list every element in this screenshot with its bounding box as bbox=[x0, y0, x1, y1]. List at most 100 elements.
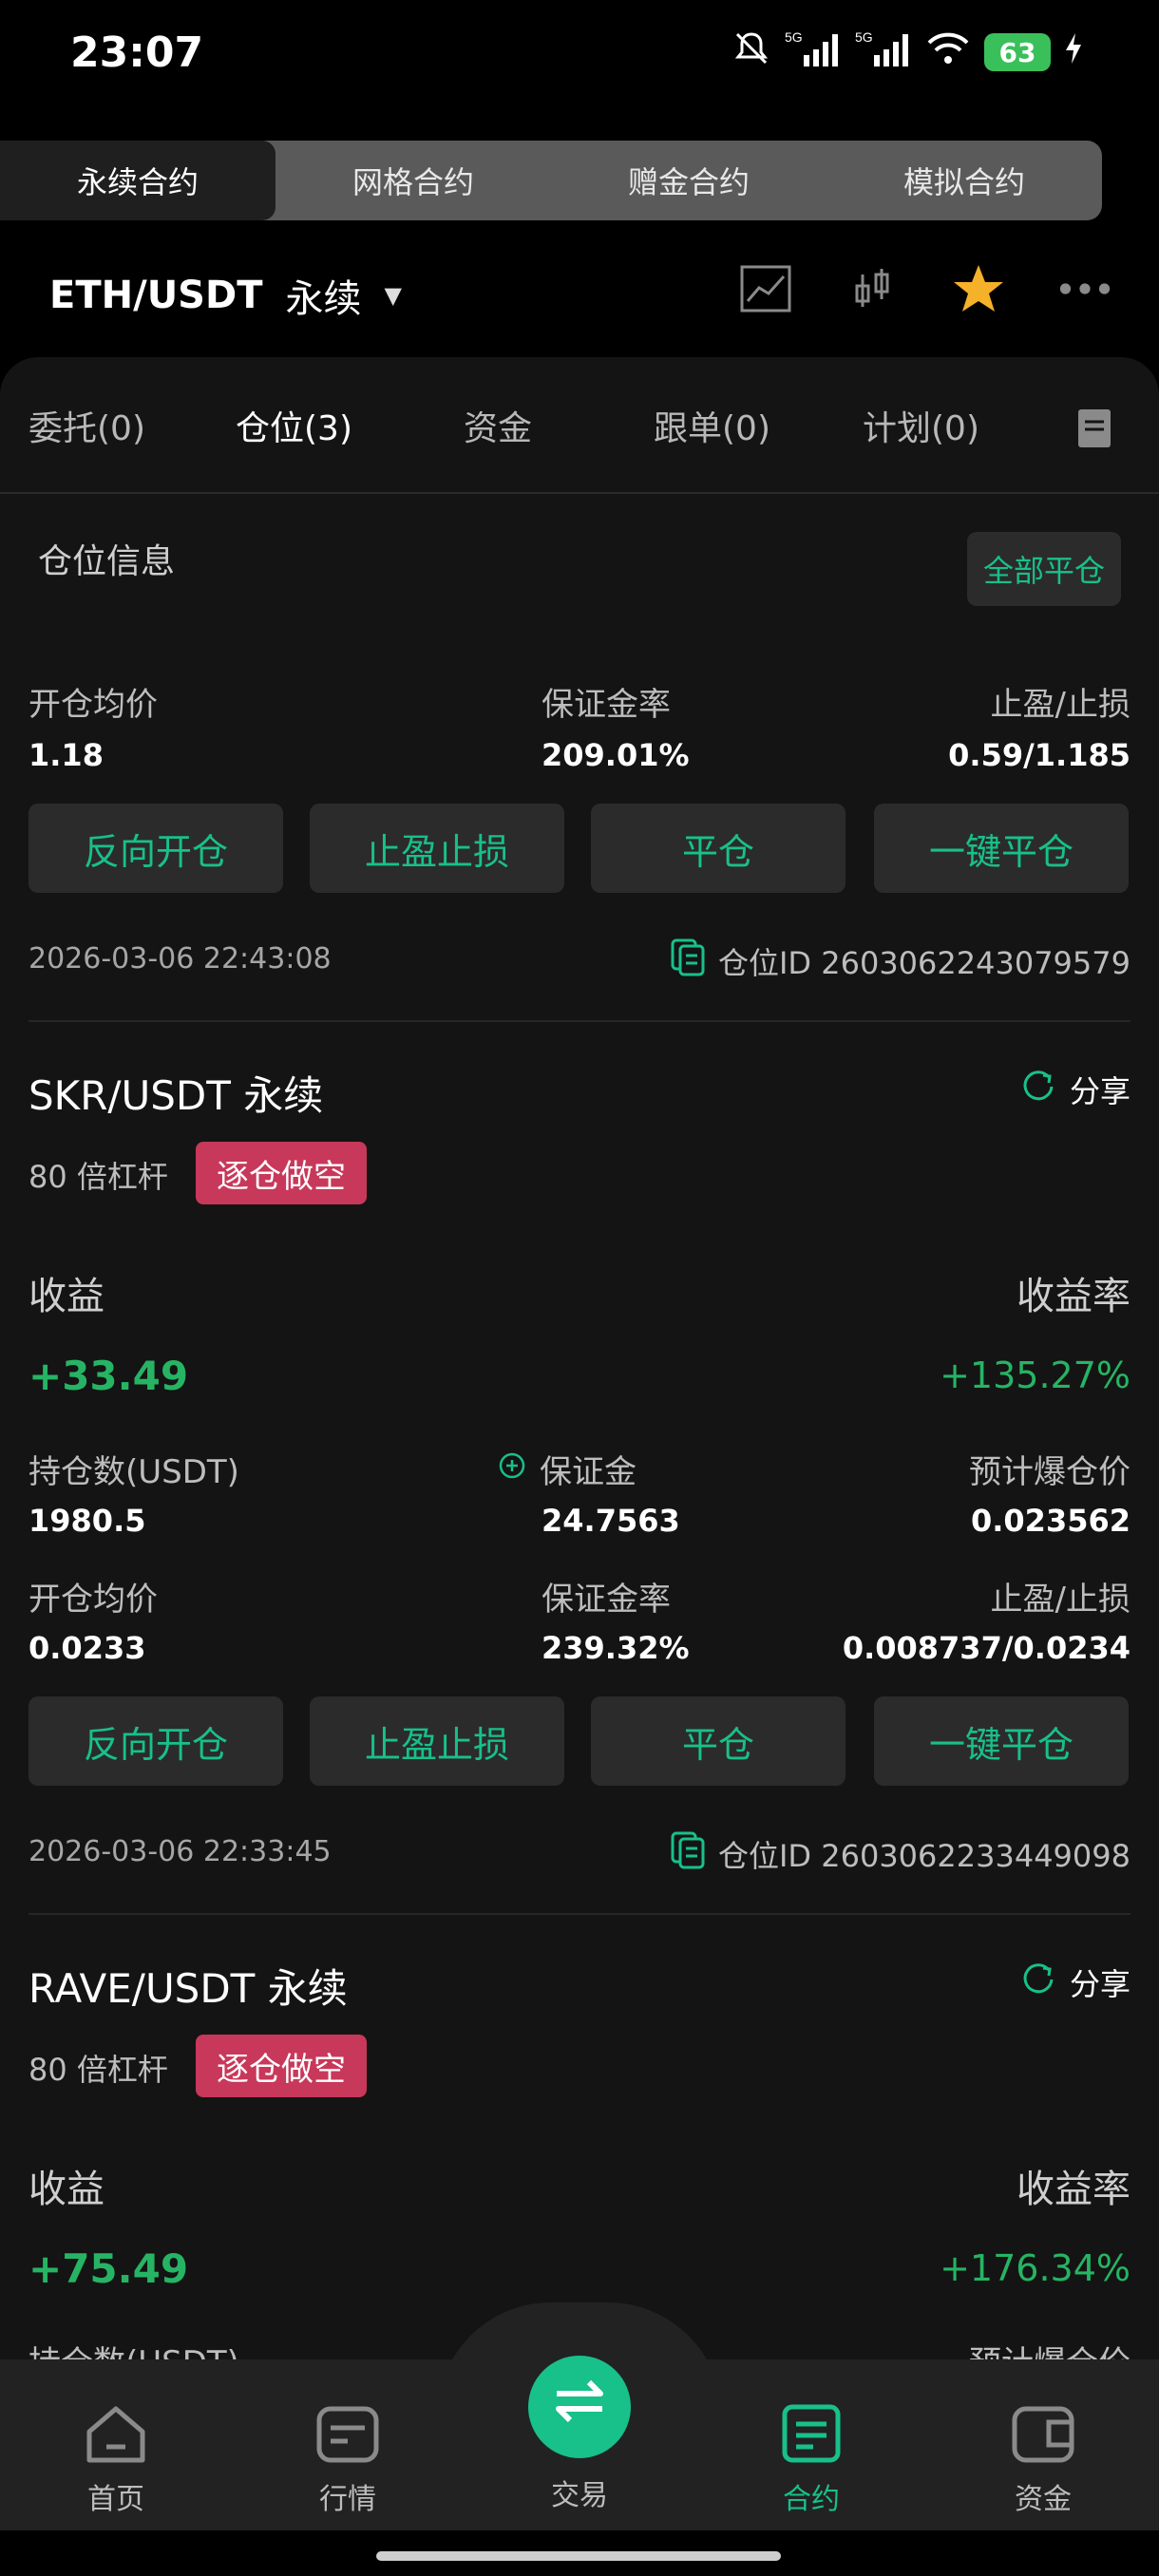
copy-icon bbox=[671, 1831, 705, 1877]
add-circle-icon bbox=[498, 1450, 526, 1488]
position-symbol: SKR/USDT 永续 bbox=[28, 1072, 324, 1119]
list-view-icon[interactable] bbox=[1077, 408, 1112, 452]
mute-icon bbox=[732, 28, 771, 76]
position-date: 2026-03-06 22:33:45 bbox=[28, 1835, 332, 1868]
nav-trade-label: 交易 bbox=[551, 2479, 608, 2512]
liq-price-value: 0.023562 bbox=[970, 1503, 1130, 1539]
share-button[interactable]: 分享 bbox=[1020, 1960, 1130, 2004]
share-button[interactable]: 分享 bbox=[1020, 1068, 1130, 1111]
divider bbox=[28, 1020, 1130, 1022]
pair-toolbar bbox=[739, 258, 1112, 319]
margin-rate-label: 保证金率 bbox=[542, 686, 671, 724]
nav-market-label: 行情 bbox=[319, 2483, 376, 2516]
tab-perpetual[interactable]: 永续合约 bbox=[0, 141, 276, 220]
pair-name: ETH/USDT bbox=[49, 274, 263, 317]
pnl-rate-value: +176.34% bbox=[940, 2247, 1130, 2289]
order-subtabs: 委托(0) 仓位(3) 资金 跟单(0) 计划(0) bbox=[0, 357, 1159, 494]
tp-sl-value: 0.008737/0.0234 bbox=[842, 1630, 1130, 1666]
copy-icon bbox=[671, 938, 705, 984]
isolated-short-tag: 逐仓做空 bbox=[196, 2035, 367, 2097]
liq-price-label: 预计爆仓价 bbox=[969, 1453, 1130, 1491]
status-bar: 23:07 5G 5G 63 bbox=[0, 0, 1159, 106]
pnl-label: 收益 bbox=[28, 1275, 104, 1318]
wallet-icon bbox=[1011, 2403, 1075, 2468]
pnl-rate-label: 收益率 bbox=[1016, 1275, 1130, 1318]
contract-type-tabs: 永续合约 网格合约 赠金合约 模拟合约 bbox=[0, 141, 1102, 220]
nav-funds[interactable]: 资金 bbox=[986, 2403, 1100, 2517]
close-all-button[interactable]: 全部平仓 bbox=[967, 532, 1121, 606]
svg-text:5G: 5G bbox=[855, 29, 873, 45]
nav-home[interactable]: 首页 bbox=[59, 2403, 173, 2517]
star-favorite-icon[interactable] bbox=[952, 262, 1005, 315]
nav-market[interactable]: 行情 bbox=[291, 2403, 405, 2517]
battery-indicator: 63 bbox=[984, 33, 1051, 71]
status-icons: 5G 5G 63 bbox=[732, 28, 1083, 76]
nav-home-label: 首页 bbox=[87, 2483, 144, 2516]
tab-bonus[interactable]: 赠金合约 bbox=[551, 141, 826, 220]
more-icon[interactable] bbox=[1058, 262, 1112, 315]
open-avg-label: 开仓均价 bbox=[28, 1581, 158, 1619]
home-icon bbox=[84, 2403, 148, 2468]
one-click-close-button[interactable]: 一键平仓 bbox=[874, 1696, 1129, 1786]
open-avg-value: 1.18 bbox=[28, 737, 104, 773]
tp-sl-button[interactable]: 止盈止损 bbox=[310, 1696, 564, 1786]
pnl-value: +75.49 bbox=[28, 2245, 189, 2292]
tab-orders[interactable]: 委托(0) bbox=[28, 401, 145, 450]
pair-selector[interactable]: ETH/USDT 永续 ▼ bbox=[49, 268, 402, 323]
pnl-rate-label: 收益率 bbox=[1016, 2168, 1130, 2211]
clock: 23:07 bbox=[70, 28, 204, 77]
margin-label: 保证金 bbox=[540, 1453, 636, 1491]
add-margin[interactable]: 保证金 bbox=[498, 1446, 636, 1492]
leverage-label: 80 倍杠杆 bbox=[28, 1159, 168, 1195]
share-icon bbox=[1020, 1960, 1056, 2004]
contract-icon bbox=[781, 2403, 842, 2468]
nav-contracts-label: 合约 bbox=[783, 2483, 840, 2516]
reverse-open-button[interactable]: 反向开仓 bbox=[28, 1696, 283, 1786]
nav-contracts[interactable]: 合约 bbox=[754, 2403, 868, 2517]
close-position-button[interactable]: 平仓 bbox=[591, 1696, 846, 1786]
position-date: 2026-03-06 22:43:08 bbox=[28, 942, 332, 975]
margin-rate-value: 239.32% bbox=[542, 1630, 690, 1666]
wifi-icon bbox=[925, 29, 971, 75]
chart-icon[interactable] bbox=[739, 262, 792, 315]
open-avg-value: 0.0233 bbox=[28, 1630, 146, 1666]
margin-rate-label: 保证金率 bbox=[542, 1581, 671, 1619]
nav-funds-label: 资金 bbox=[1015, 2483, 1072, 2516]
position-info-title: 仓位信息 bbox=[38, 542, 176, 581]
pnl-label: 收益 bbox=[28, 2168, 104, 2211]
tp-sl-label: 止盈/止损 bbox=[990, 686, 1130, 724]
open-avg-label: 开仓均价 bbox=[28, 686, 158, 724]
tab-positions[interactable]: 仓位(3) bbox=[236, 401, 352, 450]
tab-copy-trade[interactable]: 跟单(0) bbox=[654, 401, 770, 450]
pnl-rate-value: +135.27% bbox=[940, 1354, 1130, 1396]
share-label: 分享 bbox=[1069, 1073, 1130, 1109]
isolated-short-tag: 逐仓做空 bbox=[196, 1142, 367, 1204]
tab-plans[interactable]: 计划(0) bbox=[863, 401, 979, 450]
reverse-open-button[interactable]: 反向开仓 bbox=[28, 804, 283, 893]
share-label: 分享 bbox=[1069, 1966, 1130, 2002]
tab-demo[interactable]: 模拟合约 bbox=[826, 141, 1102, 220]
position-symbol: RAVE/USDT 永续 bbox=[28, 1965, 348, 2012]
candlestick-icon[interactable] bbox=[846, 262, 899, 315]
positions-panel: 委托(0) 仓位(3) 资金 跟单(0) 计划(0) 仓位信息 全部平仓 开仓均… bbox=[0, 357, 1159, 2363]
tp-sl-value: 0.59/1.185 bbox=[948, 737, 1130, 773]
leverage-label: 80 倍杠杆 bbox=[28, 2052, 168, 2088]
close-position-button[interactable]: 平仓 bbox=[591, 804, 846, 893]
one-click-close-button[interactable]: 一键平仓 bbox=[874, 804, 1129, 893]
qty-label: 持仓数(USDT) bbox=[28, 1453, 239, 1491]
margin-rate-value: 209.01% bbox=[542, 737, 690, 773]
signal-icon: 5G bbox=[785, 28, 842, 76]
tab-funds[interactable]: 资金 bbox=[464, 401, 532, 450]
tp-sl-button[interactable]: 止盈止损 bbox=[310, 804, 564, 893]
tab-grid[interactable]: 网格合约 bbox=[276, 141, 551, 220]
position-id[interactable]: 仓位ID 2603062233449098 bbox=[671, 1831, 1130, 1877]
market-icon bbox=[315, 2403, 380, 2468]
position-id[interactable]: 仓位ID 2603062243079579 bbox=[671, 938, 1130, 984]
qty-value: 1980.5 bbox=[28, 1503, 146, 1539]
signal-icon-2: 5G bbox=[855, 28, 912, 76]
nav-trade[interactable]: 交易 bbox=[522, 2403, 636, 2513]
position-id-text: 仓位ID 2603062233449098 bbox=[717, 1838, 1130, 1874]
pair-type: 永续 bbox=[285, 277, 362, 321]
position-id-text: 仓位ID 2603062243079579 bbox=[717, 945, 1130, 981]
margin-value: 24.7563 bbox=[542, 1503, 680, 1539]
